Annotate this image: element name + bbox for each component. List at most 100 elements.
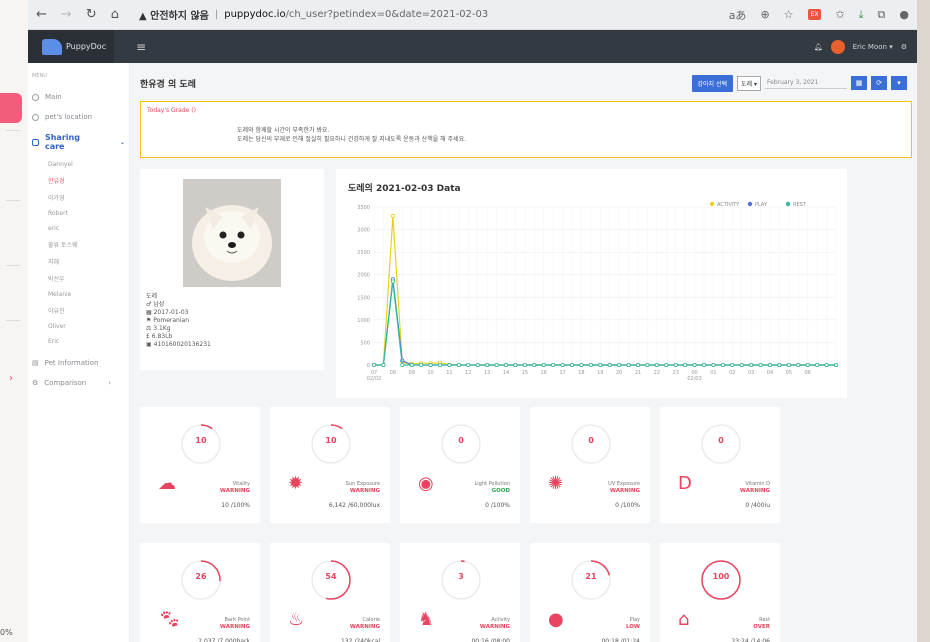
date-input[interactable]: February 3, 2021 — [765, 77, 847, 89]
y-tick-label: 3000 — [357, 228, 370, 234]
sidebar-subitem[interactable]: Dannyel — [32, 157, 125, 172]
sidebar-item-label: Pet Information — [44, 359, 99, 367]
x-date-label: 02/02 — [367, 376, 381, 382]
sun-icon: ✹ — [288, 473, 304, 494]
x-tick-label: 04 — [767, 370, 773, 376]
download-icon[interactable]: ⤓ — [859, 8, 864, 22]
profile-icon[interactable]: ● — [899, 8, 909, 21]
sidebar-subitem[interactable]: Eric — [32, 334, 125, 349]
pet-info: 도레 ♂ 남성 ▦ 2017-01-03 ⚑ Pomeranian ⚖ 3.1K… — [146, 293, 211, 349]
y-tick-label: 500 — [360, 340, 370, 346]
data-point — [777, 362, 782, 367]
collections-icon[interactable]: ⧉ — [878, 8, 886, 22]
sidebar-subitem[interactable]: 지혜 — [32, 253, 125, 270]
metric-card: 0 D Vitamin D WARNING 0 /400iu — [660, 407, 780, 523]
home-icon[interactable]: ⌂ — [111, 7, 119, 22]
sidebar-item-label: Sharing care — [44, 133, 80, 151]
x-tick-label: 03 — [748, 370, 754, 376]
metric-value: 10 — [325, 436, 337, 445]
address-bar[interactable]: ▲ 안전하지 않음 | puppydoc.io/ch_user?petindex… — [139, 7, 488, 22]
data-point — [815, 362, 820, 367]
sidebar-item-sharing-care[interactable]: Sharing care ⌄ — [32, 127, 125, 157]
metric-value: 3 — [458, 572, 464, 581]
pet-select-dropdown[interactable]: 도레 ▾ — [737, 75, 761, 91]
metric-value: 21 — [585, 572, 597, 581]
light-icon: ◉ — [418, 473, 434, 494]
data-point — [720, 362, 725, 367]
app-logo[interactable]: PuppyDoc — [28, 30, 114, 63]
dropdown-button[interactable]: ▾ — [891, 76, 907, 90]
data-point — [372, 362, 377, 367]
chevron-right-icon[interactable]: › — [9, 373, 13, 384]
metric-card: 0 ◉ Light Pollution GOOD 0 /100% — [400, 407, 520, 523]
metric-name: Sun Exposure — [345, 481, 380, 487]
sidebar-item-location[interactable]: pet's location — [32, 107, 125, 127]
sidebar-subitem[interactable]: Melanie — [32, 287, 125, 302]
favorites-icon[interactable]: ✩ — [835, 8, 844, 21]
metric-amount: 0 /100% — [485, 502, 510, 509]
legend-marker — [785, 201, 791, 207]
series-line-play — [374, 279, 836, 366]
user-name[interactable]: Eric Moon ▾ — [853, 43, 893, 51]
data-point — [560, 362, 565, 367]
metric-name: UV Exposure — [608, 481, 640, 487]
x-tick-label: 13 — [484, 370, 490, 376]
url-separator: | — [214, 9, 219, 20]
calendar-button[interactable]: ▦ — [851, 76, 867, 90]
pet-select-button[interactable]: 강아지 선택 — [691, 74, 734, 92]
forward-icon[interactable]: → — [61, 7, 72, 22]
sidebar-subitem[interactable]: Robert — [32, 206, 125, 221]
location-icon — [32, 113, 39, 121]
sidebar-item-comparison[interactable]: ⚙ Comparison › — [32, 373, 125, 393]
data-point — [419, 362, 424, 367]
x-tick-label: 22 — [654, 370, 660, 376]
data-point — [551, 362, 556, 367]
metric-status: WARNING — [219, 488, 250, 494]
browser-window: ← → ↻ ⌂ ▲ 안전하지 않음 | puppydoc.io/ch_user?… — [28, 0, 917, 642]
reload-icon[interactable]: ↻ — [86, 7, 97, 22]
sidebar-subitem[interactable]: 한유경 — [32, 172, 125, 189]
alert-line-2: 도레는 당신의 부재로 인해 절실히 필요하니 건강하게 잘 지내도록 운동과 … — [237, 136, 467, 143]
paw-icon: 🐾︎ — [158, 609, 181, 630]
x-date-label: 02/03 — [687, 376, 701, 382]
sidebar-item-main[interactable]: Main — [32, 87, 125, 107]
metric-amount: 10 /100% — [221, 502, 250, 509]
metric-card: 0 ✺ UV Exposure WARNING 0 /100% — [530, 407, 650, 523]
y-tick-label: 1500 — [357, 295, 370, 301]
sidebar-subitem[interactable]: eric — [32, 221, 125, 236]
data-point — [626, 362, 631, 367]
x-tick-label: 12 — [465, 370, 471, 376]
sidebar-subitem[interactable]: 이가영 — [32, 189, 125, 206]
avatar[interactable] — [830, 39, 845, 54]
sidebar-subitem[interactable]: 물류 토스웨 — [32, 236, 125, 253]
bell-icon[interactable]: 🔔︎ — [814, 43, 823, 51]
x-tick-label: 01 — [710, 370, 716, 376]
series-line-rest — [374, 281, 836, 366]
metric-status: WARNING — [609, 488, 640, 494]
sidebar-subitem[interactable]: 이유진 — [32, 302, 125, 319]
app-navbar: PuppyDoc ≡ 🔔︎ Eric Moon ▾ ⚙ — [28, 30, 917, 63]
pet-name: 도레 — [146, 293, 158, 300]
right-window-strip — [917, 0, 930, 642]
divider — [6, 320, 20, 321]
metric-amount: 23:24 /14:06 — [731, 638, 770, 642]
zoom-icon[interactable]: ⊕ — [760, 8, 769, 21]
translate-icon[interactable]: aあ — [729, 7, 747, 23]
insecure-warning[interactable]: ▲ 안전하지 않음 — [139, 7, 209, 22]
sidebar-item-pet-information[interactable]: ▤ Pet Information — [32, 353, 125, 373]
x-tick-label: 16 — [541, 370, 547, 376]
sidebar-subitem[interactable]: 박선우 — [32, 270, 125, 287]
back-icon[interactable]: ← — [36, 7, 47, 22]
star-icon[interactable]: ☆ — [784, 8, 794, 21]
extension-icon[interactable]: EX — [807, 9, 822, 20]
data-point — [711, 362, 716, 367]
hamburger-menu-icon[interactable]: ≡ — [136, 40, 146, 54]
comparison-icon: ⚙ — [32, 379, 39, 387]
refresh-button[interactable]: ⟳ — [871, 76, 887, 90]
sidebar-subitem[interactable]: Oliver — [32, 319, 125, 334]
data-point — [503, 362, 508, 367]
cloud-icon: ☁ — [158, 473, 176, 494]
metric-status: OVER — [753, 624, 770, 630]
gear-icon[interactable]: ⚙ — [901, 43, 907, 51]
metric-name: Rest — [759, 617, 770, 623]
